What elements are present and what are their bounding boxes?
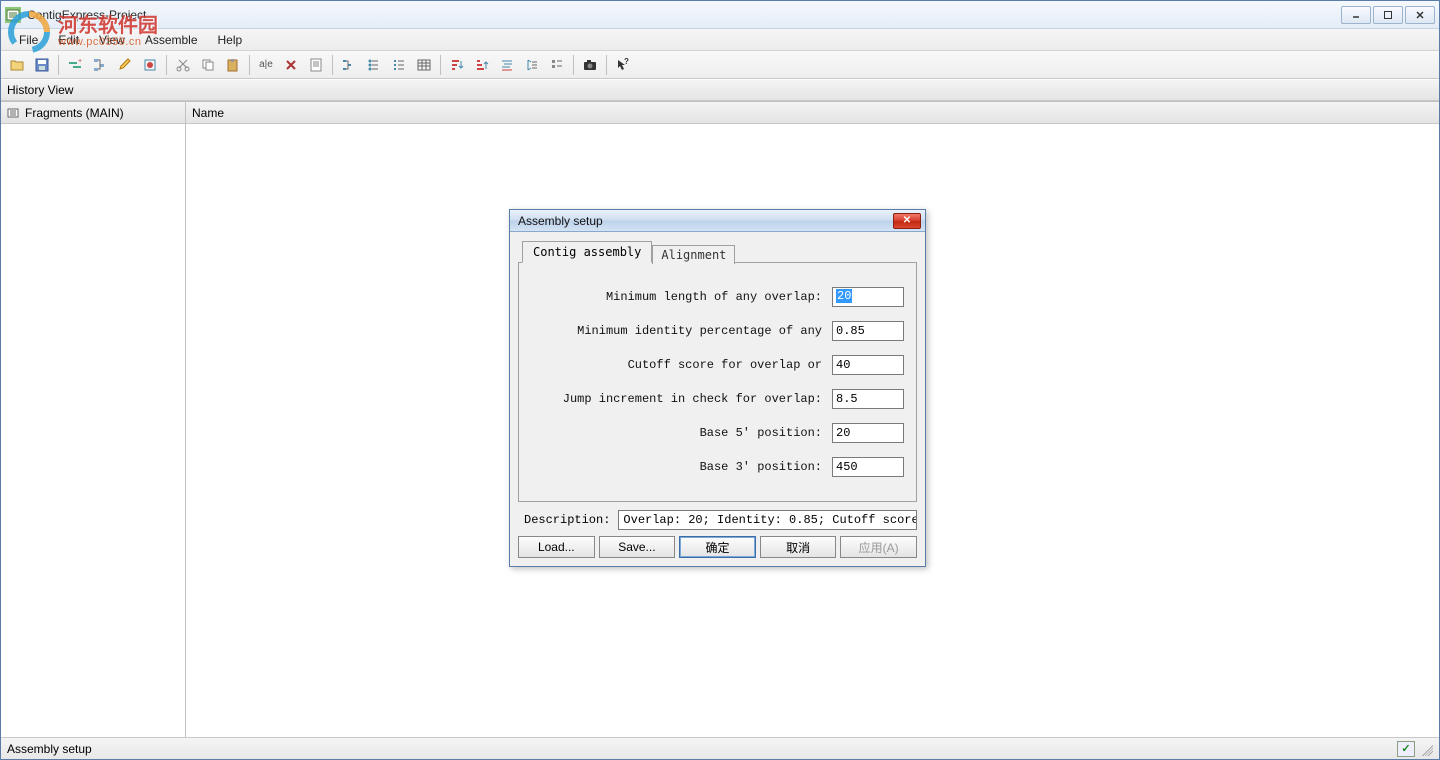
- menubar: File Edit View Assemble Help: [1, 29, 1439, 51]
- structure2-icon[interactable]: [362, 54, 386, 76]
- input-min-overlap[interactable]: 20: [832, 287, 904, 307]
- paste-icon[interactable]: [221, 54, 245, 76]
- input-min-identity[interactable]: [832, 321, 904, 341]
- description-box[interactable]: Overlap: 20; Identity: 0.85; Cutoff scor…: [618, 510, 917, 530]
- label-min-identity: Minimum identity percentage of any: [531, 324, 832, 338]
- label-cutoff: Cutoff score for overlap or: [531, 358, 832, 372]
- alignment2-icon[interactable]: [520, 54, 544, 76]
- label-base5: Base 5' position:: [531, 426, 832, 440]
- tab-alignment[interactable]: Alignment: [652, 245, 735, 264]
- description-row: Description: Overlap: 20; Identity: 0.85…: [518, 510, 917, 530]
- menu-help[interactable]: Help: [208, 31, 253, 49]
- input-base3[interactable]: [832, 457, 904, 477]
- fragments-icon: [7, 107, 21, 119]
- status-check-icon[interactable]: ✓: [1397, 741, 1415, 757]
- description-label: Description:: [518, 513, 610, 527]
- row-cutoff: Cutoff score for overlap or: [531, 355, 904, 375]
- minimize-button[interactable]: [1341, 6, 1371, 24]
- close-button[interactable]: [1405, 6, 1435, 24]
- alignment1-icon[interactable]: [495, 54, 519, 76]
- window-title: ContigExpress-Project: [27, 8, 1341, 22]
- statusbar: Assembly setup ✓: [1, 737, 1439, 759]
- label-jump: Jump increment in check for overlap:: [531, 392, 832, 406]
- toolbar-separator: [332, 55, 333, 75]
- toolbar-separator: [606, 55, 607, 75]
- svg-text:+: +: [78, 58, 82, 65]
- delete-icon[interactable]: [279, 54, 303, 76]
- input-base5[interactable]: [832, 423, 904, 443]
- name-column-label: Name: [192, 106, 224, 120]
- toolbar-separator: [166, 55, 167, 75]
- label-min-overlap: Minimum length of any overlap:: [531, 290, 832, 304]
- ok-button[interactable]: 确定: [679, 536, 756, 558]
- menu-view[interactable]: View: [89, 31, 135, 49]
- titlebar: ContigExpress-Project: [1, 1, 1439, 29]
- apply-button[interactable]: 应用(A): [840, 536, 917, 558]
- properties-icon[interactable]: [304, 54, 328, 76]
- load-button[interactable]: Load...: [518, 536, 595, 558]
- input-cutoff[interactable]: [832, 355, 904, 375]
- analysis-icon[interactable]: [138, 54, 162, 76]
- pencil-icon[interactable]: [113, 54, 137, 76]
- input-jump[interactable]: [832, 389, 904, 409]
- dialog-buttons: Load... Save... 确定 取消 应用(A): [518, 536, 917, 560]
- save-icon[interactable]: [30, 54, 54, 76]
- name-column-header[interactable]: Name: [186, 102, 1439, 124]
- add-fragments-icon[interactable]: +: [63, 54, 87, 76]
- tabstrip: Contig assembly Alignment: [522, 240, 917, 262]
- structure1-icon[interactable]: [337, 54, 361, 76]
- left-pane: Fragments (MAIN): [1, 102, 186, 737]
- fragments-header[interactable]: Fragments (MAIN): [1, 102, 185, 124]
- copy-icon[interactable]: [196, 54, 220, 76]
- dialog-titlebar[interactable]: Assembly setup ✕: [510, 210, 925, 232]
- menu-file[interactable]: File: [9, 31, 48, 49]
- menu-edit[interactable]: Edit: [48, 31, 89, 49]
- maximize-button[interactable]: [1373, 6, 1403, 24]
- dialog-title: Assembly setup: [514, 214, 893, 228]
- dialog-body: Contig assembly Alignment Minimum length…: [510, 232, 925, 566]
- status-text: Assembly setup: [7, 742, 92, 756]
- help-pointer-icon[interactable]: ?: [611, 54, 635, 76]
- assembly-setup-dialog: Assembly setup ✕ Contig assembly Alignme…: [509, 209, 926, 567]
- toolbar-separator: [440, 55, 441, 75]
- sort-desc-icon[interactable]: [470, 54, 494, 76]
- window-controls: [1341, 6, 1435, 24]
- row-base5: Base 5' position:: [531, 423, 904, 443]
- rename-icon[interactable]: a|e: [254, 54, 278, 76]
- cancel-button[interactable]: 取消: [760, 536, 837, 558]
- row-base3: Base 3' position:: [531, 457, 904, 477]
- toolbar-separator: [573, 55, 574, 75]
- dialog-close-button[interactable]: ✕: [893, 213, 921, 229]
- table-icon[interactable]: [412, 54, 436, 76]
- sort-asc-icon[interactable]: [445, 54, 469, 76]
- app-icon: [5, 7, 21, 23]
- camera-icon[interactable]: [578, 54, 602, 76]
- toolbar-separator: [249, 55, 250, 75]
- list-dash-icon[interactable]: [387, 54, 411, 76]
- toolbar: + a|e ?: [1, 51, 1439, 79]
- resize-grip-icon[interactable]: [1419, 742, 1433, 756]
- row-min-identity: Minimum identity percentage of any: [531, 321, 904, 341]
- tab-contig-assembly[interactable]: Contig assembly: [522, 241, 652, 263]
- menu-assemble[interactable]: Assemble: [135, 31, 208, 49]
- row-jump: Jump increment in check for overlap:: [531, 389, 904, 409]
- label-base3: Base 3' position:: [531, 460, 832, 474]
- open-icon[interactable]: [5, 54, 29, 76]
- history-view-label: History View: [7, 83, 73, 97]
- list-grid-icon[interactable]: [545, 54, 569, 76]
- cut-icon[interactable]: [171, 54, 195, 76]
- row-min-overlap: Minimum length of any overlap: 20: [531, 287, 904, 307]
- tree-icon[interactable]: [88, 54, 112, 76]
- save-button[interactable]: Save...: [599, 536, 676, 558]
- history-view-header: History View: [1, 79, 1439, 101]
- fragments-label: Fragments (MAIN): [25, 106, 124, 120]
- toolbar-separator: [58, 55, 59, 75]
- svg-text:?: ?: [624, 57, 629, 66]
- tab-panel: Minimum length of any overlap: 20 Minimu…: [518, 262, 917, 502]
